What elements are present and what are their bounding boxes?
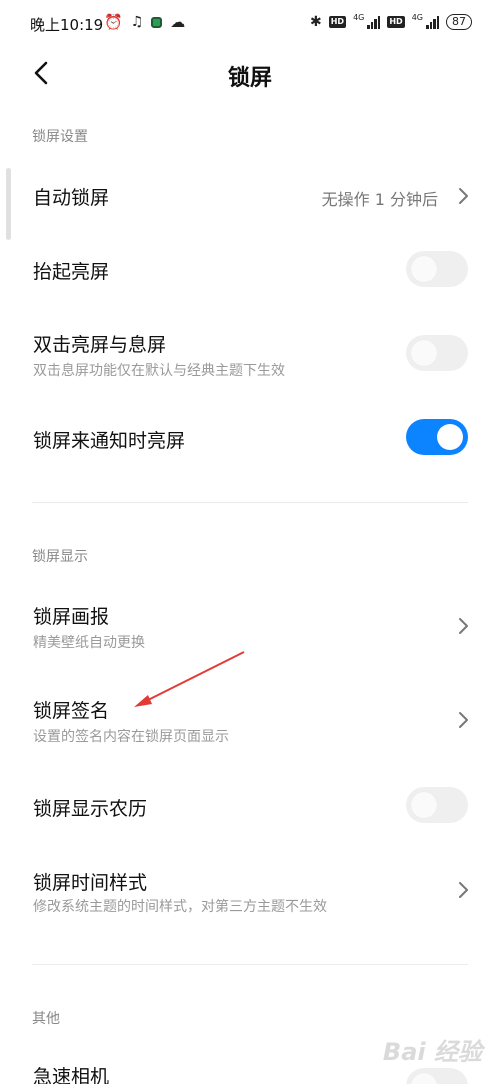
toggle-knob (411, 1073, 437, 1084)
row-title: 锁屏显示农历 (33, 798, 148, 820)
row-lunar-calendar[interactable]: 锁屏显示农历 (0, 770, 500, 842)
net-4g-label: 4G (353, 12, 365, 22)
signal-4g-icon (367, 15, 381, 29)
bluetooth-icon: ✱ (309, 14, 322, 30)
section-header-lock-display: 锁屏显示 (32, 549, 88, 565)
toggle-knob (411, 256, 437, 282)
chevron-right-icon (459, 188, 468, 204)
music-app-icon: ♫ (130, 14, 144, 30)
row-subtitle: 双击息屏功能仅在默认与经典主题下生效 (33, 363, 285, 379)
row-lock-wallpaper[interactable]: 锁屏画报 精美壁纸自动更换 (0, 590, 500, 666)
status-left-icons: ⏰ ♫ ☁ (104, 12, 185, 32)
battery-indicator: 87 (446, 14, 472, 30)
raise-to-wake-toggle[interactable] (406, 251, 468, 287)
row-clock-style[interactable]: 锁屏时间样式 修改系统主题的时间样式，对第三方主题不生效 (0, 856, 500, 932)
chevron-right-icon (459, 618, 468, 634)
status-bar: 晚上10:19 ⏰ ♫ ☁ ✱ HD 4G HD 4G 87 (0, 0, 500, 46)
row-auto-lock[interactable]: 自动锁屏 无操作 1 分钟后 (0, 160, 500, 232)
auto-lock-value: 无操作 1 分钟后 (321, 190, 438, 209)
row-title: 锁屏画报 (33, 606, 110, 628)
row-title: 双击亮屏与息屏 (33, 334, 167, 356)
section-header-lock-settings: 锁屏设置 (32, 129, 88, 145)
row-double-tap[interactable]: 双击亮屏与息屏 双击息屏功能仅在默认与经典主题下生效 (0, 316, 500, 396)
watermark: Bai 经验 (382, 1038, 482, 1066)
cloud-icon: ☁ (170, 13, 186, 31)
annotation-arrow (134, 651, 245, 707)
toggle-knob (411, 340, 437, 366)
back-arrow-icon[interactable] (30, 58, 56, 88)
app-notification-icon (151, 16, 163, 28)
row-subtitle: 修改系统主题的时间样式，对第三方主题不生效 (33, 899, 327, 915)
alarm-icon: ⏰ (104, 13, 123, 31)
row-title: 锁屏签名 (33, 700, 110, 722)
status-right-icons: ✱ HD 4G HD 4G 87 (310, 12, 472, 32)
status-time: 晚上10:19 (30, 16, 104, 34)
notification-wake-toggle[interactable] (406, 419, 468, 455)
lunar-calendar-toggle[interactable] (406, 787, 468, 823)
quick-camera-toggle[interactable] (406, 1068, 468, 1084)
net-4g-label: 4G (411, 12, 423, 22)
row-title: 抬起亮屏 (33, 261, 110, 283)
section-header-other: 其他 (32, 1011, 60, 1027)
title-bar: 锁屏 (0, 46, 500, 106)
row-raise-to-wake[interactable]: 抬起亮屏 (0, 234, 500, 306)
page-title: 锁屏 (227, 66, 272, 91)
double-tap-toggle[interactable] (406, 335, 468, 371)
row-subtitle: 精美壁纸自动更换 (33, 635, 145, 651)
hd-icon: HD (328, 16, 347, 28)
row-subtitle: 设置的签名内容在锁屏页面显示 (33, 729, 229, 745)
row-title: 锁屏来通知时亮屏 (33, 430, 186, 452)
chevron-right-icon (459, 712, 468, 728)
row-title: 锁屏时间样式 (33, 872, 148, 894)
row-title: 自动锁屏 (33, 187, 110, 209)
divider (32, 502, 468, 503)
signal-4g-icon (426, 15, 439, 29)
row-notification-wake[interactable]: 锁屏来通知时亮屏 (0, 402, 500, 474)
toggle-knob (411, 792, 437, 818)
row-title: 急速相机 (33, 1066, 110, 1084)
toggle-knob (437, 424, 463, 450)
divider (32, 964, 468, 965)
hd-icon: HD (387, 16, 405, 28)
chevron-right-icon (459, 882, 468, 898)
row-lock-signature[interactable]: 锁屏签名 设置的签名内容在锁屏页面显示 (0, 684, 500, 760)
